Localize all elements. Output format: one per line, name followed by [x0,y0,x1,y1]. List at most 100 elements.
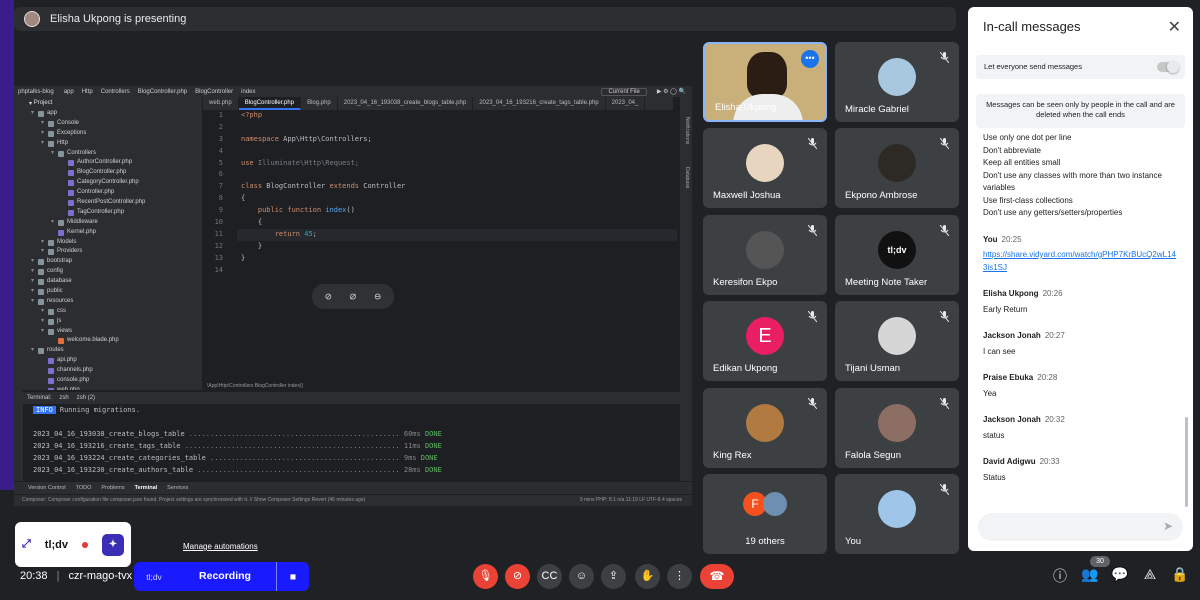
message-sender: Jackson Jonah 20:32 [983,414,1178,427]
participant-tile[interactable]: Maxwell Joshua [703,128,827,209]
tree-item[interactable]: ▾ bootstrap [23,257,202,267]
breadcrumb-item[interactable]: Controllers [101,89,130,95]
chat-icon[interactable]: 💬 [1110,566,1130,583]
tree-item[interactable]: ▾ database [23,277,202,287]
close-icon[interactable]: ✕ [1168,17,1181,37]
send-permission-toggle[interactable] [1157,61,1179,73]
send-icon[interactable]: ➤ [1163,519,1173,533]
tree-item[interactable]: web.php [23,386,202,390]
participant-tile[interactable]: E Edikan Ukpong [703,301,827,382]
participant-tile[interactable]: Miracle Gabriel [835,42,959,122]
info-icon[interactable]: ⓘ [1050,566,1070,586]
tree-item[interactable]: ▾ Controllers [23,149,202,159]
tool-tab[interactable]: Version Control [28,485,66,491]
tree-item[interactable]: api.php [23,356,202,366]
chat-input[interactable]: ➤ [978,513,1183,541]
participant-tile[interactable]: Ekpono Ambrose [835,128,959,209]
notifications-label[interactable]: Notifications [684,117,690,144]
tree-item[interactable]: welcome.blade.php [23,336,202,346]
activities-icon[interactable]: ⟁ [1140,566,1160,583]
tree-item[interactable]: ▾ Models [23,238,202,248]
tree-item[interactable]: Kernel.php [23,228,202,238]
tree-item[interactable]: ▾ js [23,317,202,327]
tree-item[interactable]: ▾ routes [23,346,202,356]
emoji-button[interactable]: ☺ [569,564,594,589]
tool-tab[interactable]: Terminal [135,485,158,491]
tldv-card[interactable]: ⤢ tl;dv ✦ [15,522,131,567]
tree-item[interactable]: ▾ Middleware [23,218,202,228]
breadcrumb-item[interactable]: BlogController [195,89,233,95]
participant-tile[interactable]: Tijani Usman [835,301,959,382]
more-icon[interactable]: ••• [801,50,819,68]
tree-item[interactable]: RecentPostController.php [23,198,202,208]
tree-item[interactable]: ▾ resources [23,297,202,307]
tree-item[interactable]: BlogController.php [23,168,202,178]
editor-tab[interactable]: BlogController.php [238,97,302,110]
tree-item[interactable]: CategoryController.php [23,178,202,188]
breadcrumb-item[interactable]: index [241,89,255,95]
terminal-output[interactable]: INFO Running migrations. 2023_04_16_19303… [23,404,680,482]
editor-tab[interactable]: 2023_04_ [606,97,646,110]
tree-item[interactable]: ▾ config [23,267,202,277]
tree-item[interactable]: Controller.php [23,188,202,198]
breadcrumb-item[interactable]: Http [82,89,93,95]
breadcrumb-item[interactable]: app [64,89,74,95]
camera-off-button[interactable]: ⊘ [505,564,530,589]
raise-hand-button[interactable]: ✋ [635,564,660,589]
tree-item-label: Kernel.php [67,228,97,235]
tree-item[interactable]: ▾ public [23,287,202,297]
message-link[interactable]: https://share.vidyard.com/watch/gPHP7KrB… [983,249,1178,274]
ide-toolbar-icons[interactable]: ▶ ⚙ ◯ 🔍 [657,88,692,95]
minus-circle-icon[interactable]: ⊖ [374,290,381,303]
run-config[interactable]: Current File [601,87,647,96]
tree-item[interactable]: ▾ Providers [23,247,202,257]
breadcrumb-item[interactable]: BlogController.php [138,89,187,95]
editor-tabs[interactable]: web.php BlogController.php Blog.php 2023_04… [203,97,673,110]
people-icon[interactable]: 👥 [1080,566,1100,583]
project-tree[interactable]: ▾ Project ▾ app ▾ Console ▾ Exceptions ▾ Http ▾ C… [23,97,203,390]
tool-tab[interactable]: Services [167,485,188,491]
expand-icon[interactable]: ⤢ [22,538,31,551]
database-label[interactable]: Database [684,167,690,188]
participant-tile[interactable]: Keresifon Ekpo [703,214,827,295]
participant-tile[interactable]: ••• Elisha Ukpong [703,42,827,122]
present-button[interactable]: ⇪ [601,564,626,589]
mic-off-icon[interactable]: ⊘ [325,290,332,303]
participant-tile[interactable]: F 19 others [703,474,827,554]
tree-item[interactable]: AuthorController.php [23,158,202,168]
editor-tab[interactable]: Blog.php [301,97,338,110]
tree-item[interactable]: ▾ Http [23,139,202,149]
code-editor[interactable]: <?php namespace App\Http\Controllers; us… [237,110,677,390]
line-number: 3 [218,134,223,143]
tree-item[interactable]: TagController.php [23,208,202,218]
host-controls-icon[interactable]: 🔒 [1170,566,1190,583]
stop-recording-icon[interactable]: ■ [277,571,309,583]
leave-call-button[interactable]: ☎ [700,564,734,589]
tree-item[interactable]: channels.php [23,366,202,376]
tree-item[interactable]: ▾ Exceptions [23,129,202,139]
terminal-tab-2[interactable]: zsh (2) [77,395,95,401]
ide-tool-tabs[interactable]: Version Control TODO Problems Terminal Servi… [14,482,692,494]
manage-automations-link[interactable]: Manage automations [183,542,258,551]
chat-scrollbar[interactable] [1185,417,1188,507]
participant-tile[interactable]: Falola Segun [835,387,959,468]
participant-tile[interactable]: King Rex [703,387,827,468]
screen-off-icon[interactable]: ⌀ [350,290,357,303]
tool-tab[interactable]: Problems [101,485,124,491]
editor-tab[interactable]: web.php [203,97,239,110]
tree-item[interactable]: ▾ Console [23,119,202,129]
editor-tab[interactable]: 2023_04_16_193038_create_blogs_table.php [338,97,474,110]
terminal-tab-1[interactable]: zsh [59,395,68,401]
captions-button[interactable]: CC [537,564,562,589]
more-options-button[interactable]: ⋮ [667,564,692,589]
tree-item[interactable]: ▾ views [23,327,202,337]
mic-off-button[interactable]: 🎙 [473,564,498,589]
tree-item[interactable]: ▾ app [23,109,202,119]
participant-tile[interactable]: tl;dv Meeting Note Taker [835,214,959,295]
tool-tab[interactable]: TODO [76,485,92,491]
editor-tab[interactable]: 2023_04_16_193216_create_tags_table.php [473,97,606,110]
magic-icon[interactable]: ✦ [101,533,124,556]
participant-tile[interactable]: You [835,474,959,554]
tree-item[interactable]: console.php [23,376,202,386]
tree-item[interactable]: ▾ css [23,307,202,317]
